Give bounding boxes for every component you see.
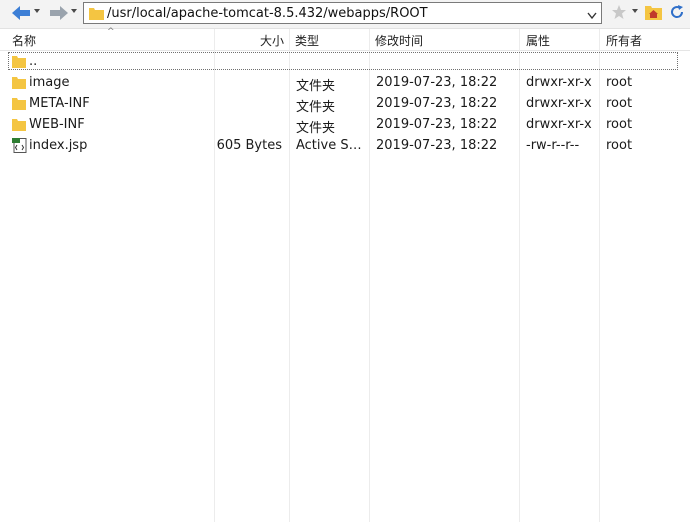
address-path[interactable]: /usr/local/apache-tomcat-8.5.432/webapps… [107,6,428,21]
jsp-file-icon [12,138,27,157]
column-attributes[interactable]: 属性 [526,32,550,49]
file-type: 文件夹 [296,79,336,94]
file-attributes: drwxr-xr-x [526,117,592,132]
list-item-parent-directory[interactable]: .. [0,51,690,72]
list-item[interactable]: META-INF 文件夹 2019-07-23, 18:22 drwxr-xr-… [0,93,690,115]
refresh-icon[interactable] [669,4,685,24]
list-item[interactable]: WEB-INF 文件夹 2019-07-23, 18:22 drwxr-xr-x… [0,114,690,136]
file-name: index.jsp [29,138,88,153]
column-header: ^ 名称 大小 类型 修改时间 属性 所有者 [0,27,690,51]
chevron-down-icon[interactable] [587,9,597,24]
file-attributes: -rw-r--r-- [526,138,580,153]
file-size: 605 Bytes [216,138,282,153]
sort-ascending-icon: ^ [107,27,115,37]
file-type: 文件夹 [296,100,336,115]
column-modified[interactable]: 修改时间 [375,32,423,49]
address-bar[interactable]: /usr/local/apache-tomcat-8.5.432/webapps… [83,2,602,24]
back-arrow-icon[interactable] [10,3,32,23]
forward-dropdown-icon[interactable] [71,9,77,13]
bookmark-star-icon[interactable] [611,4,627,24]
list-item[interactable]: image 文件夹 2019-07-23, 18:22 drwxr-xr-x r… [0,72,690,94]
list-item[interactable]: index.jsp 605 Bytes Active Ser... 2019-0… [0,135,690,156]
folder-icon [12,75,26,93]
column-type[interactable]: 类型 [295,32,319,49]
folder-icon [12,96,26,114]
file-modified: 2019-07-23, 18:22 [376,96,498,111]
folder-icon [89,6,104,24]
file-owner: root [606,96,633,111]
file-attributes: drwxr-xr-x [526,75,592,90]
folder-icon [12,54,26,72]
column-owner[interactable]: 所有者 [606,32,642,49]
file-name: META-INF [29,96,90,111]
bookmark-dropdown-icon[interactable] [632,9,638,13]
folder-icon [12,117,26,135]
forward-arrow-icon[interactable] [48,3,70,23]
file-name: image [29,75,70,90]
file-name: WEB-INF [29,117,85,132]
file-modified: 2019-07-23, 18:22 [376,75,498,90]
back-dropdown-icon[interactable] [34,9,40,13]
file-modified: 2019-07-23, 18:22 [376,117,498,132]
file-owner: root [606,138,633,153]
file-owner: root [606,117,633,132]
file-type: 文件夹 [296,121,336,136]
file-attributes: drwxr-xr-x [526,96,592,111]
file-type: Active Ser... [296,138,366,153]
column-size[interactable]: 大小 [260,32,284,49]
toolbar: /usr/local/apache-tomcat-8.5.432/webapps… [0,0,690,29]
file-name: .. [29,54,38,69]
focus-rectangle [8,52,678,70]
home-folder-icon[interactable] [645,4,662,24]
column-name[interactable]: 名称 [12,32,36,49]
file-owner: root [606,75,633,90]
file-modified: 2019-07-23, 18:22 [376,138,498,153]
